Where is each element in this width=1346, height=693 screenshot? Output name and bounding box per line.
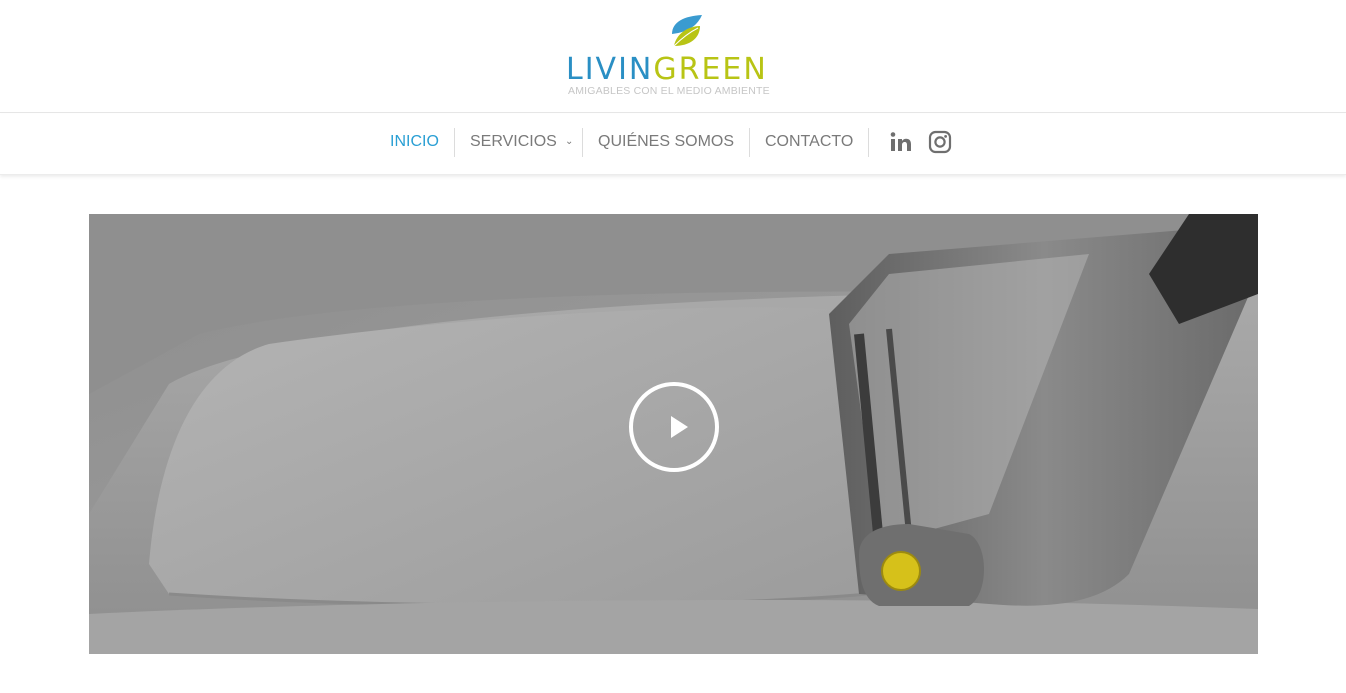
nav-item-servicios[interactable]: SERVICIOS [470, 114, 557, 170]
chevron-down-icon[interactable]: ⌄ [565, 114, 573, 170]
play-button[interactable] [629, 382, 719, 472]
site-header: LIVINGREEN AMIGABLES CON EL MEDIO AMBIEN… [0, 0, 1346, 113]
nav-item-quienes-somos[interactable]: QUIÉNES SOMOS [598, 114, 734, 170]
instagram-icon[interactable] [928, 130, 952, 154]
logo-word-part2: GREEN [653, 52, 768, 87]
hero-video[interactable] [89, 214, 1258, 654]
logo-wordmark: LIVINGREEN [566, 52, 782, 88]
nav-divider [749, 128, 750, 157]
nav-divider [868, 128, 869, 157]
nav-divider [454, 128, 455, 157]
nav-item-contacto[interactable]: CONTACTO [765, 114, 853, 170]
site-logo[interactable]: LIVINGREEN AMIGABLES CON EL MEDIO AMBIEN… [566, 12, 782, 100]
logo-word-part1: LIVIN [566, 52, 654, 87]
nav-divider [582, 128, 583, 157]
logo-tagline: AMIGABLES CON EL MEDIO AMBIENTE [568, 85, 770, 97]
main-nav: INICIO SERVICIOS ⌄ QUIÉNES SOMOS CONTACT… [0, 114, 1346, 175]
nav-item-inicio[interactable]: INICIO [390, 114, 439, 170]
play-icon [671, 416, 688, 438]
linkedin-icon[interactable] [889, 130, 913, 154]
